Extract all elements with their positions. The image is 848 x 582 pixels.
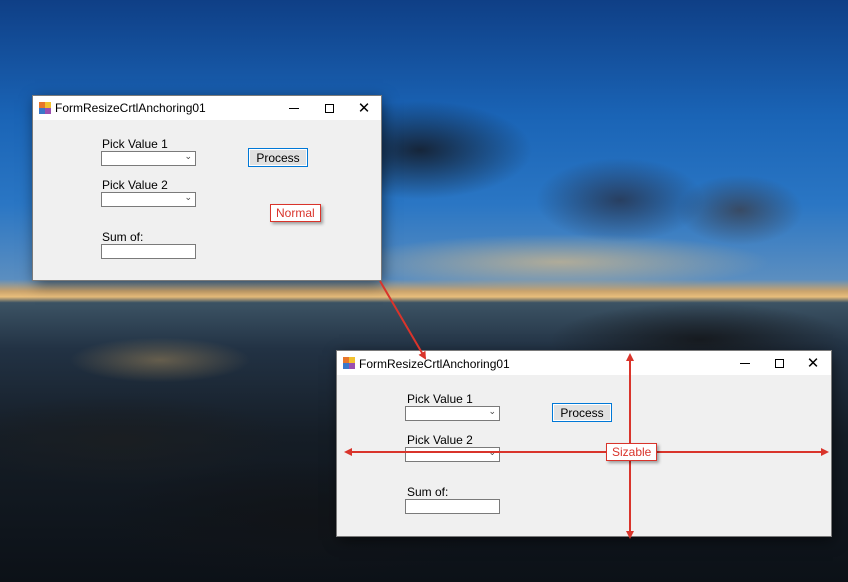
annotation-arrows: [344, 280, 829, 539]
sizable-annotation: Sizable: [606, 443, 658, 461]
transition-arrow: [379, 280, 427, 360]
